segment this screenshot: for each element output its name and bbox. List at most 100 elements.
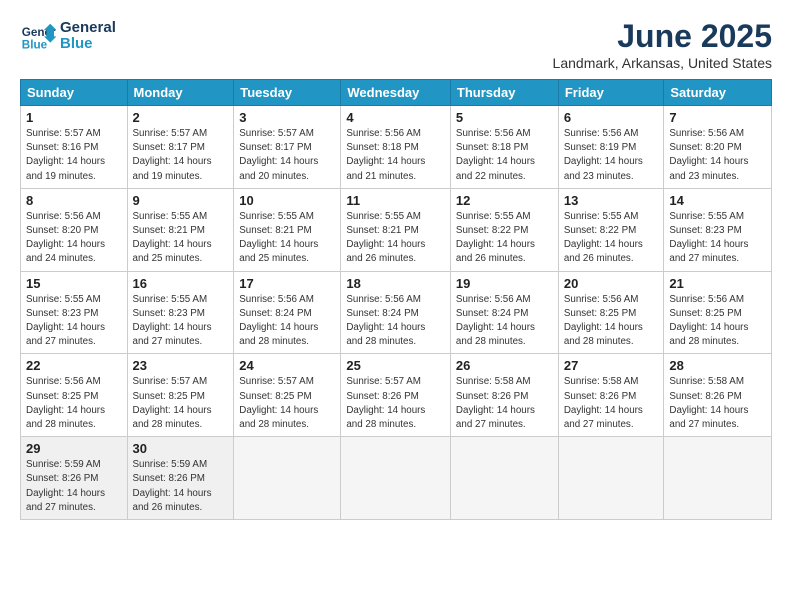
day-info: Sunrise: 5:59 AM Sunset: 8:26 PM Dayligh… xyxy=(133,458,229,515)
calendar-page: General Blue General Blue June 2025 Land… xyxy=(0,0,792,612)
day-number: 7 xyxy=(669,110,766,125)
day-info: Sunrise: 5:59 AM Sunset: 8:26 PM Dayligh… xyxy=(26,458,122,515)
location: Landmark, Arkansas, United States xyxy=(553,55,772,71)
day-number: 10 xyxy=(239,193,335,208)
day-info: Sunrise: 5:57 AM Sunset: 8:16 PM Dayligh… xyxy=(26,127,122,184)
table-row: 19 Sunrise: 5:56 AM Sunset: 8:24 PM Dayli… xyxy=(450,271,558,354)
day-info: Sunrise: 5:58 AM Sunset: 8:26 PM Dayligh… xyxy=(456,375,553,432)
day-info: Sunrise: 5:56 AM Sunset: 8:25 PM Dayligh… xyxy=(564,293,659,350)
table-row: 12Sunrise: 5:55 AM Sunset: 8:22 PM Dayli… xyxy=(450,188,558,271)
day-info: Sunrise: 5:56 AM Sunset: 8:20 PM Dayligh… xyxy=(669,127,766,184)
calendar-week-row: 15Sunrise: 5:55 AM Sunset: 8:23 PM Dayli… xyxy=(21,271,772,354)
table-row xyxy=(234,437,341,520)
day-info: Sunrise: 5:56 AM Sunset: 8:25 PM Dayligh… xyxy=(669,293,766,350)
table-row: 15Sunrise: 5:55 AM Sunset: 8:23 PM Dayli… xyxy=(21,271,128,354)
table-row: 27Sunrise: 5:58 AM Sunset: 8:26 PM Dayli… xyxy=(558,354,664,437)
table-row: 5 Sunrise: 5:56 AM Sunset: 8:18 PM Daylig… xyxy=(450,106,558,189)
table-row: 11 Sunrise: 5:55 AM Sunset: 8:21 PM Dayli… xyxy=(341,188,451,271)
day-number: 14 xyxy=(669,193,766,208)
day-number: 25 xyxy=(346,358,445,373)
header-wednesday: Wednesday xyxy=(341,80,451,106)
day-info: Sunrise: 5:56 AM Sunset: 8:19 PM Dayligh… xyxy=(564,127,659,184)
table-row: 8 Sunrise: 5:56 AM Sunset: 8:20 PM Daylig… xyxy=(21,188,128,271)
day-info: Sunrise: 5:56 AM Sunset: 8:20 PM Dayligh… xyxy=(26,210,122,267)
table-row: 3Sunrise: 5:57 AM Sunset: 8:17 PM Daylig… xyxy=(234,106,341,189)
day-info: Sunrise: 5:56 AM Sunset: 8:18 PM Dayligh… xyxy=(346,127,445,184)
day-number: 5 xyxy=(456,110,553,125)
day-number: 24 xyxy=(239,358,335,373)
calendar-week-row: 8 Sunrise: 5:56 AM Sunset: 8:20 PM Daylig… xyxy=(21,188,772,271)
day-info: Sunrise: 5:55 AM Sunset: 8:21 PM Dayligh… xyxy=(346,210,445,267)
day-number: 4 xyxy=(346,110,445,125)
day-info: Sunrise: 5:56 AM Sunset: 8:24 PM Dayligh… xyxy=(456,293,553,350)
day-info: Sunrise: 5:57 AM Sunset: 8:17 PM Dayligh… xyxy=(133,127,229,184)
day-info: Sunrise: 5:55 AM Sunset: 8:23 PM Dayligh… xyxy=(26,293,122,350)
table-row: 13Sunrise: 5:55 AM Sunset: 8:22 PM Dayli… xyxy=(558,188,664,271)
header-saturday: Saturday xyxy=(664,80,772,106)
day-number: 1 xyxy=(26,110,122,125)
table-row: 14 Sunrise: 5:55 AM Sunset: 8:23 PM Dayli… xyxy=(664,188,772,271)
header-friday: Friday xyxy=(558,80,664,106)
day-info: Sunrise: 5:57 AM Sunset: 8:17 PM Dayligh… xyxy=(239,127,335,184)
day-info: Sunrise: 5:56 AM Sunset: 8:24 PM Dayligh… xyxy=(346,293,445,350)
table-row: 4 Sunrise: 5:56 AM Sunset: 8:18 PM Daylig… xyxy=(341,106,451,189)
day-number: 12 xyxy=(456,193,553,208)
day-number: 20 xyxy=(564,276,659,291)
day-number: 9 xyxy=(133,193,229,208)
svg-text:Blue: Blue xyxy=(22,39,48,52)
day-info: Sunrise: 5:58 AM Sunset: 8:26 PM Dayligh… xyxy=(669,375,766,432)
calendar-week-row: 1 Sunrise: 5:57 AM Sunset: 8:16 PM Daylig… xyxy=(21,106,772,189)
logo-blue: Blue xyxy=(60,36,116,53)
day-info: Sunrise: 5:55 AM Sunset: 8:23 PM Dayligh… xyxy=(669,210,766,267)
table-row: 29 Sunrise: 5:59 AM Sunset: 8:26 PM Dayli… xyxy=(21,437,128,520)
table-row: 16Sunrise: 5:55 AM Sunset: 8:23 PM Dayli… xyxy=(127,271,234,354)
calendar-table: Sunday Monday Tuesday Wednesday Thursday… xyxy=(20,79,772,520)
calendar-week-row: 22 Sunrise: 5:56 AM Sunset: 8:25 PM Dayli… xyxy=(21,354,772,437)
table-row: 20 Sunrise: 5:56 AM Sunset: 8:25 PM Dayli… xyxy=(558,271,664,354)
calendar-week-row: 29 Sunrise: 5:59 AM Sunset: 8:26 PM Dayli… xyxy=(21,437,772,520)
day-number: 8 xyxy=(26,193,122,208)
day-number: 26 xyxy=(456,358,553,373)
table-row: 6Sunrise: 5:56 AM Sunset: 8:19 PM Daylig… xyxy=(558,106,664,189)
day-number: 22 xyxy=(26,358,122,373)
table-row: 23Sunrise: 5:57 AM Sunset: 8:25 PM Dayli… xyxy=(127,354,234,437)
header-thursday: Thursday xyxy=(450,80,558,106)
day-number: 23 xyxy=(133,358,229,373)
day-info: Sunrise: 5:56 AM Sunset: 8:25 PM Dayligh… xyxy=(26,375,122,432)
table-row xyxy=(664,437,772,520)
day-number: 11 xyxy=(346,193,445,208)
header-monday: Monday xyxy=(127,80,234,106)
day-number: 29 xyxy=(26,441,122,456)
table-row xyxy=(450,437,558,520)
day-info: Sunrise: 5:57 AM Sunset: 8:25 PM Dayligh… xyxy=(239,375,335,432)
day-number: 16 xyxy=(133,276,229,291)
table-row: 10Sunrise: 5:55 AM Sunset: 8:21 PM Dayli… xyxy=(234,188,341,271)
day-number: 17 xyxy=(239,276,335,291)
table-row: 9Sunrise: 5:55 AM Sunset: 8:21 PM Daylig… xyxy=(127,188,234,271)
day-info: Sunrise: 5:58 AM Sunset: 8:26 PM Dayligh… xyxy=(564,375,659,432)
logo: General Blue General Blue xyxy=(20,18,116,54)
day-info: Sunrise: 5:56 AM Sunset: 8:18 PM Dayligh… xyxy=(456,127,553,184)
logo-icon: General Blue xyxy=(20,18,56,54)
day-number: 19 xyxy=(456,276,553,291)
header: General Blue General Blue June 2025 Land… xyxy=(20,18,772,71)
day-info: Sunrise: 5:57 AM Sunset: 8:26 PM Dayligh… xyxy=(346,375,445,432)
day-number: 18 xyxy=(346,276,445,291)
logo-general: General xyxy=(60,20,116,37)
table-row: 28 Sunrise: 5:58 AM Sunset: 8:26 PM Dayli… xyxy=(664,354,772,437)
day-number: 28 xyxy=(669,358,766,373)
day-info: Sunrise: 5:56 AM Sunset: 8:24 PM Dayligh… xyxy=(239,293,335,350)
table-row xyxy=(341,437,451,520)
table-row: 17 Sunrise: 5:56 AM Sunset: 8:24 PM Dayli… xyxy=(234,271,341,354)
table-row: 24 Sunrise: 5:57 AM Sunset: 8:25 PM Dayli… xyxy=(234,354,341,437)
table-row: 30 Sunrise: 5:59 AM Sunset: 8:26 PM Dayli… xyxy=(127,437,234,520)
table-row xyxy=(558,437,664,520)
day-number: 21 xyxy=(669,276,766,291)
table-row: 25 Sunrise: 5:57 AM Sunset: 8:26 PM Dayli… xyxy=(341,354,451,437)
day-number: 30 xyxy=(133,441,229,456)
table-row: 18 Sunrise: 5:56 AM Sunset: 8:24 PM Dayli… xyxy=(341,271,451,354)
table-row: 22 Sunrise: 5:56 AM Sunset: 8:25 PM Dayli… xyxy=(21,354,128,437)
header-sunday: Sunday xyxy=(21,80,128,106)
day-number: 13 xyxy=(564,193,659,208)
calendar-header-row: Sunday Monday Tuesday Wednesday Thursday… xyxy=(21,80,772,106)
